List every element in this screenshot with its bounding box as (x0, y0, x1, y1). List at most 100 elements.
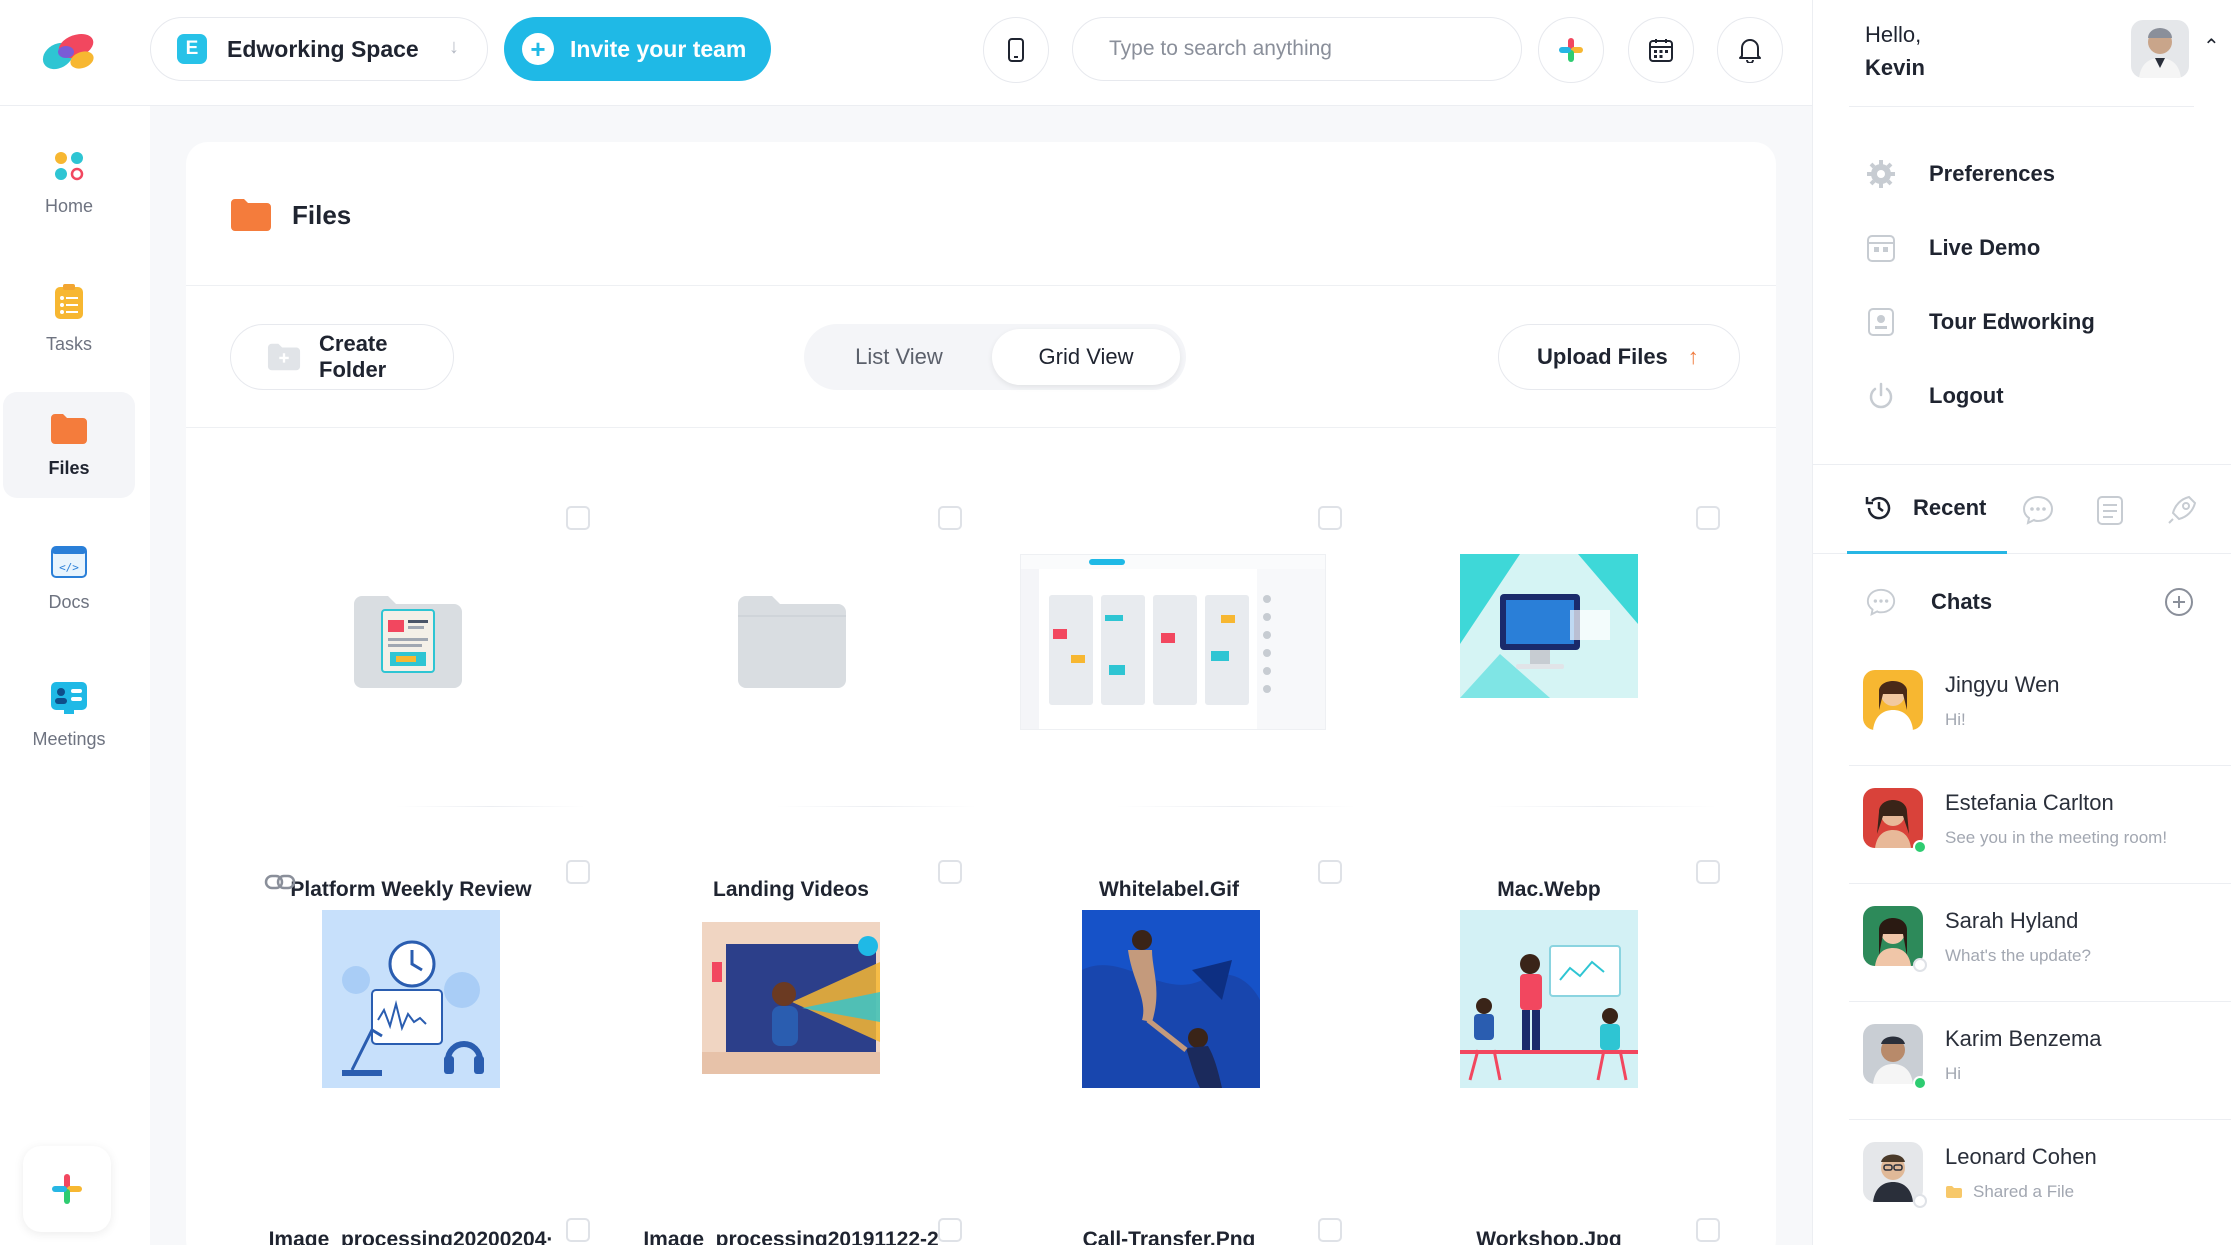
chats-title: Chats (1931, 589, 1993, 614)
upload-files-button[interactable]: Upload Files ↑ (1498, 324, 1740, 390)
avatar (1863, 788, 1923, 848)
chat-item[interactable]: Leonard Cohen Shared a File (1849, 1120, 2231, 1238)
file-tile[interactable]: Image_processing20191122-2 (602, 860, 980, 1245)
mobile-app-button[interactable] (983, 17, 1049, 83)
chat-item[interactable]: Karim Benzema Hi (1849, 1002, 2231, 1120)
sidebar-label-tasks: Tasks (45, 333, 92, 354)
edworking-logo[interactable] (38, 26, 100, 74)
file-name: Call-Transfer.Png (1082, 1228, 1256, 1245)
file-name: Image_processing20200204· (268, 1228, 554, 1245)
search-input[interactable] (1072, 17, 1522, 81)
file-tile[interactable]: Image_processing20200204· (222, 860, 600, 1245)
plus-icon: + (522, 33, 554, 65)
arrow-down-icon: ↓ (449, 36, 459, 58)
calendar-button[interactable] (1628, 17, 1694, 83)
folder-icon (1946, 1186, 1962, 1198)
file-tile[interactable]: Whitelabel.Gif (980, 506, 1358, 901)
page-title: Files (292, 200, 352, 230)
chat-name: Karim Benzema (1945, 1026, 2102, 1051)
chat-name: Sarah Hyland (1945, 908, 2079, 933)
list-view-button[interactable]: List View (810, 329, 988, 385)
avatar (1863, 670, 1923, 730)
sidebar-item-files[interactable]: Files (3, 392, 135, 498)
tab-recent[interactable]: Recent (1847, 465, 2007, 554)
select-checkbox[interactable] (1318, 1218, 1342, 1242)
image-thumbnail (1020, 554, 1326, 730)
tab-recent-label: Recent (1913, 495, 1987, 520)
create-folder-label: Create Folder (319, 331, 388, 382)
select-checkbox[interactable] (938, 1218, 962, 1242)
menu-label: Logout (1929, 383, 2004, 408)
folder-icon (51, 413, 87, 444)
chat-name: Jingyu Wen (1945, 672, 2060, 697)
divider (396, 806, 586, 807)
select-checkbox[interactable] (566, 1218, 590, 1242)
colorful-plus-icon (52, 1174, 82, 1204)
activity-tabs: Recent (1813, 464, 2231, 554)
upload-files-label: Upload Files (1537, 344, 1668, 369)
grid-view-button[interactable]: Grid View (992, 329, 1180, 385)
avatar[interactable] (2131, 20, 2189, 78)
file-tile[interactable]: Call-Transfer.Png (980, 860, 1358, 1245)
select-checkbox[interactable] (1696, 506, 1720, 530)
sidebar-item-meetings[interactable]: Meetings (3, 662, 135, 768)
create-folder-button[interactable]: Create Folder (230, 324, 454, 390)
avatar (1863, 1142, 1923, 1202)
image-thumbnail (1082, 910, 1260, 1088)
select-checkbox[interactable] (1318, 506, 1342, 530)
select-checkbox[interactable] (938, 860, 962, 884)
file-tile[interactable]: Platform Weekly Review (222, 506, 600, 901)
select-checkbox[interactable] (1696, 860, 1720, 884)
file-tile[interactable]: Landing Videos (602, 506, 980, 901)
tasks-list-icon[interactable] (2093, 493, 2127, 527)
sidebar-item-tasks[interactable]: Tasks (3, 266, 135, 372)
chat-message: Hi (1945, 1064, 1962, 1083)
workspace-switcher[interactable]: E Edworking Space ↓ (150, 17, 488, 81)
bell-icon (1739, 39, 1761, 63)
phone-icon (1008, 38, 1024, 62)
chat-bubble-icon[interactable] (2021, 493, 2055, 527)
select-checkbox[interactable] (1696, 1218, 1720, 1242)
online-status-dot (1913, 840, 1927, 854)
select-checkbox[interactable] (566, 506, 590, 530)
rocket-icon[interactable] (2165, 493, 2199, 527)
folder-thumbnail (352, 590, 464, 690)
select-checkbox[interactable] (1318, 860, 1342, 884)
online-status-dot (1913, 1194, 1927, 1208)
menu-item-live-demo[interactable]: Live Demo (1865, 232, 2040, 264)
gear-icon (1865, 158, 1897, 190)
sidebar-label-home: Home (44, 195, 93, 216)
power-icon (1865, 380, 1897, 412)
image-thumbnail (1460, 554, 1638, 698)
sidebar-item-home[interactable]: Home (3, 130, 135, 236)
collapse-menu-icon[interactable]: ⌃ (2203, 34, 2220, 59)
divider (776, 806, 976, 807)
chat-name: Estefania Carlton (1945, 790, 2114, 815)
chat-message: Shared a File (1973, 1182, 2075, 1201)
link-icon[interactable] (264, 872, 296, 892)
menu-item-logout[interactable]: Logout (1865, 380, 2004, 412)
image-thumbnail (1460, 910, 1638, 1088)
chat-item[interactable]: Estefania Carlton See you in the meeting… (1849, 766, 2231, 884)
file-tile[interactable]: Mac.Webp (1360, 506, 1738, 901)
sidebar-item-docs[interactable]: </> Docs (3, 526, 135, 632)
file-name: Workshop.Jpg (1476, 1228, 1622, 1245)
chat-name: Leonard Cohen (1945, 1144, 2097, 1169)
greeting-text: Hello, (1865, 22, 1922, 47)
file-tile[interactable]: Workshop.Jpg (1360, 860, 1738, 1245)
menu-item-tour[interactable]: Tour Edworking (1865, 306, 2095, 338)
menu-item-preferences[interactable]: Preferences (1865, 158, 2055, 190)
select-checkbox[interactable] (938, 506, 962, 530)
notifications-button[interactable] (1717, 17, 1783, 83)
workspace-name: Edworking Space (227, 35, 419, 62)
quick-add-button[interactable] (1538, 17, 1604, 83)
chat-item[interactable]: Jingyu Wen Hi! (1849, 648, 2231, 766)
quick-create-button[interactable] (23, 1146, 111, 1232)
chat-item[interactable]: Sarah Hyland What's the update? (1849, 884, 2231, 1002)
add-chat-icon[interactable] (2163, 586, 2195, 618)
calendar-icon (1865, 232, 1897, 264)
image-thumbnail (702, 922, 880, 1074)
select-checkbox[interactable] (566, 860, 590, 884)
invite-team-button[interactable]: + Invite your team (504, 17, 771, 81)
svg-text:</>: </> (59, 561, 79, 574)
